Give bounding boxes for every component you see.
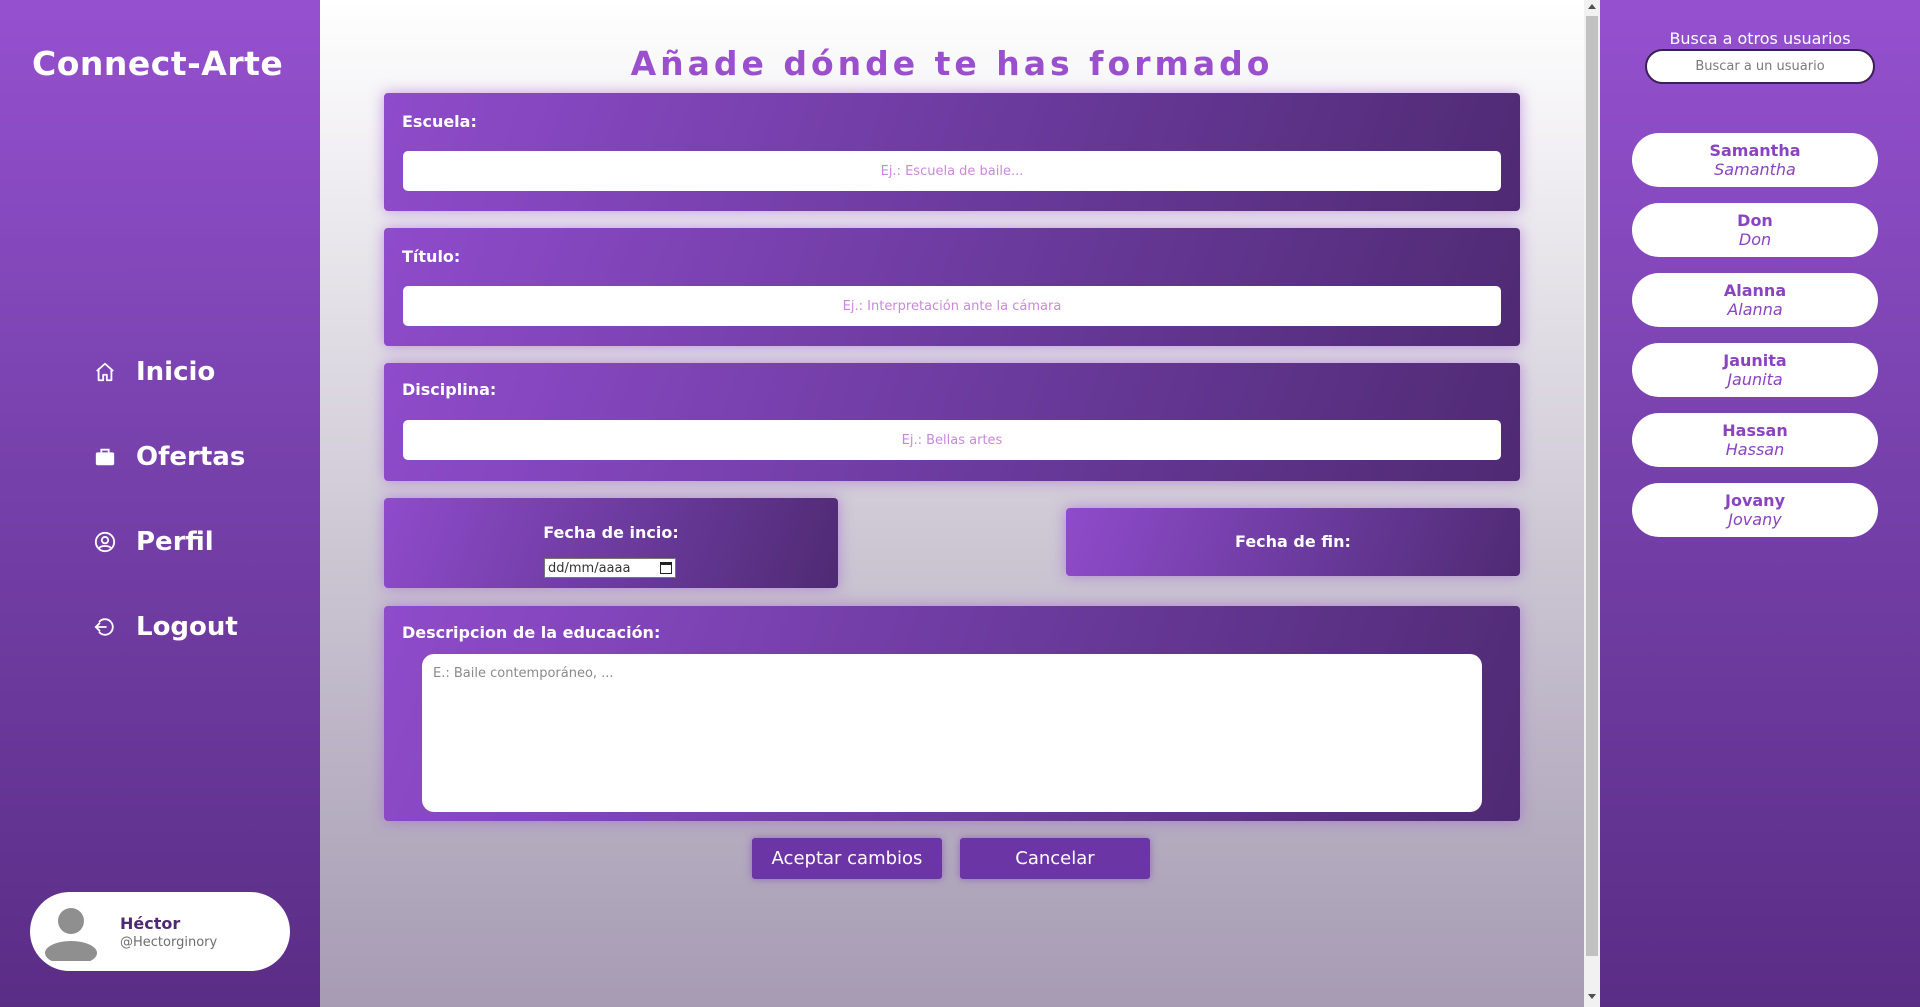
profile-handle: @Hectorginory — [120, 934, 218, 950]
logout-icon — [92, 614, 118, 640]
profile-name: Héctor — [120, 913, 181, 933]
page-title: Añade dónde te has formado — [630, 44, 1274, 83]
user-handle: Samantha — [1714, 160, 1796, 179]
nav-item-perfil[interactable]: Perfil — [92, 522, 245, 562]
user-handle: Alanna — [1727, 300, 1783, 319]
right-sidebar: Busca a otros usuarios Samantha Samantha… — [1600, 0, 1920, 1007]
user-name: Samantha — [1709, 141, 1801, 160]
scroll-up-icon[interactable] — [1588, 4, 1596, 9]
discipline-input[interactable] — [403, 420, 1501, 460]
description-panel: Descripcion de la educación: E.: Baile c… — [384, 606, 1520, 821]
nav-item-ofertas[interactable]: Ofertas — [92, 437, 245, 477]
school-panel: Escuela: — [384, 93, 1520, 211]
user-name: Jovany — [1725, 491, 1785, 510]
end-date-panel: Fecha de fin: — [1066, 508, 1520, 576]
school-input[interactable] — [403, 151, 1501, 191]
title-input[interactable] — [403, 286, 1501, 326]
title-label: Título: — [402, 247, 461, 266]
start-date-value: dd/mm/aaaa — [548, 560, 631, 576]
user-name: Alanna — [1723, 281, 1787, 300]
school-label: Escuela: — [402, 112, 477, 131]
user-name: Jaunita — [1723, 351, 1787, 370]
nav-label-logout: Logout — [136, 612, 238, 642]
accept-button[interactable]: Aceptar cambios — [752, 838, 942, 879]
discipline-label: Disciplina: — [402, 380, 497, 399]
main-content: Añade dónde te has formado Escuela: Títu… — [320, 0, 1584, 1007]
calendar-icon[interactable] — [660, 562, 672, 574]
user-circle-icon — [92, 529, 118, 555]
user-card[interactable]: Don Don — [1632, 203, 1878, 257]
user-name: Hassan — [1722, 421, 1788, 440]
title-panel: Título: — [384, 228, 1520, 346]
briefcase-icon — [92, 444, 118, 470]
brand-logo[interactable]: Connect-Arte — [32, 44, 283, 83]
user-card[interactable]: Samantha Samantha — [1632, 133, 1878, 187]
user-handle: Jaunita — [1727, 370, 1783, 389]
description-label: Descripcion de la educación: — [402, 623, 661, 642]
home-icon — [92, 359, 118, 385]
nav-item-inicio[interactable]: Inicio — [92, 352, 245, 392]
user-handle: Hassan — [1725, 440, 1785, 459]
nav-label-perfil: Perfil — [136, 527, 214, 557]
user-card[interactable]: Hassan Hassan — [1632, 413, 1878, 467]
scrollbar[interactable] — [1584, 0, 1600, 1007]
user-handle: Don — [1738, 230, 1772, 249]
avatar — [42, 903, 100, 965]
description-textarea[interactable]: E.: Baile contemporáneo, ... — [422, 654, 1482, 812]
start-date-input[interactable]: dd/mm/aaaa — [544, 558, 676, 578]
nav-item-logout[interactable]: Logout — [92, 607, 245, 647]
user-search-input[interactable] — [1645, 49, 1875, 84]
user-handle: Jovany — [1728, 510, 1782, 529]
user-card[interactable]: Jovany Jovany — [1632, 483, 1878, 537]
nav-label-ofertas: Ofertas — [136, 442, 246, 472]
cancel-button[interactable]: Cancelar — [960, 838, 1150, 879]
user-card[interactable]: Alanna Alanna — [1632, 273, 1878, 327]
main-nav: Inicio Ofertas Perfil Logout — [92, 352, 245, 692]
scroll-down-icon[interactable] — [1588, 994, 1596, 999]
search-title: Busca a otros usuarios — [1669, 29, 1851, 48]
user-card[interactable]: Jaunita Jaunita — [1632, 343, 1878, 397]
start-date-panel: Fecha de incio: dd/mm/aaaa — [384, 498, 838, 588]
start-date-label: Fecha de incio: — [543, 523, 679, 542]
discipline-panel: Disciplina: — [384, 363, 1520, 481]
nav-label-inicio: Inicio — [136, 357, 216, 387]
profile-card[interactable]: Héctor @Hectorginory — [30, 892, 290, 971]
left-sidebar: Connect-Arte Inicio Ofertas Perfil Logou… — [0, 0, 320, 1007]
scrollbar-thumb[interactable] — [1586, 16, 1598, 956]
end-date-label: Fecha de fin: — [1235, 532, 1351, 551]
user-name: Don — [1737, 211, 1773, 230]
